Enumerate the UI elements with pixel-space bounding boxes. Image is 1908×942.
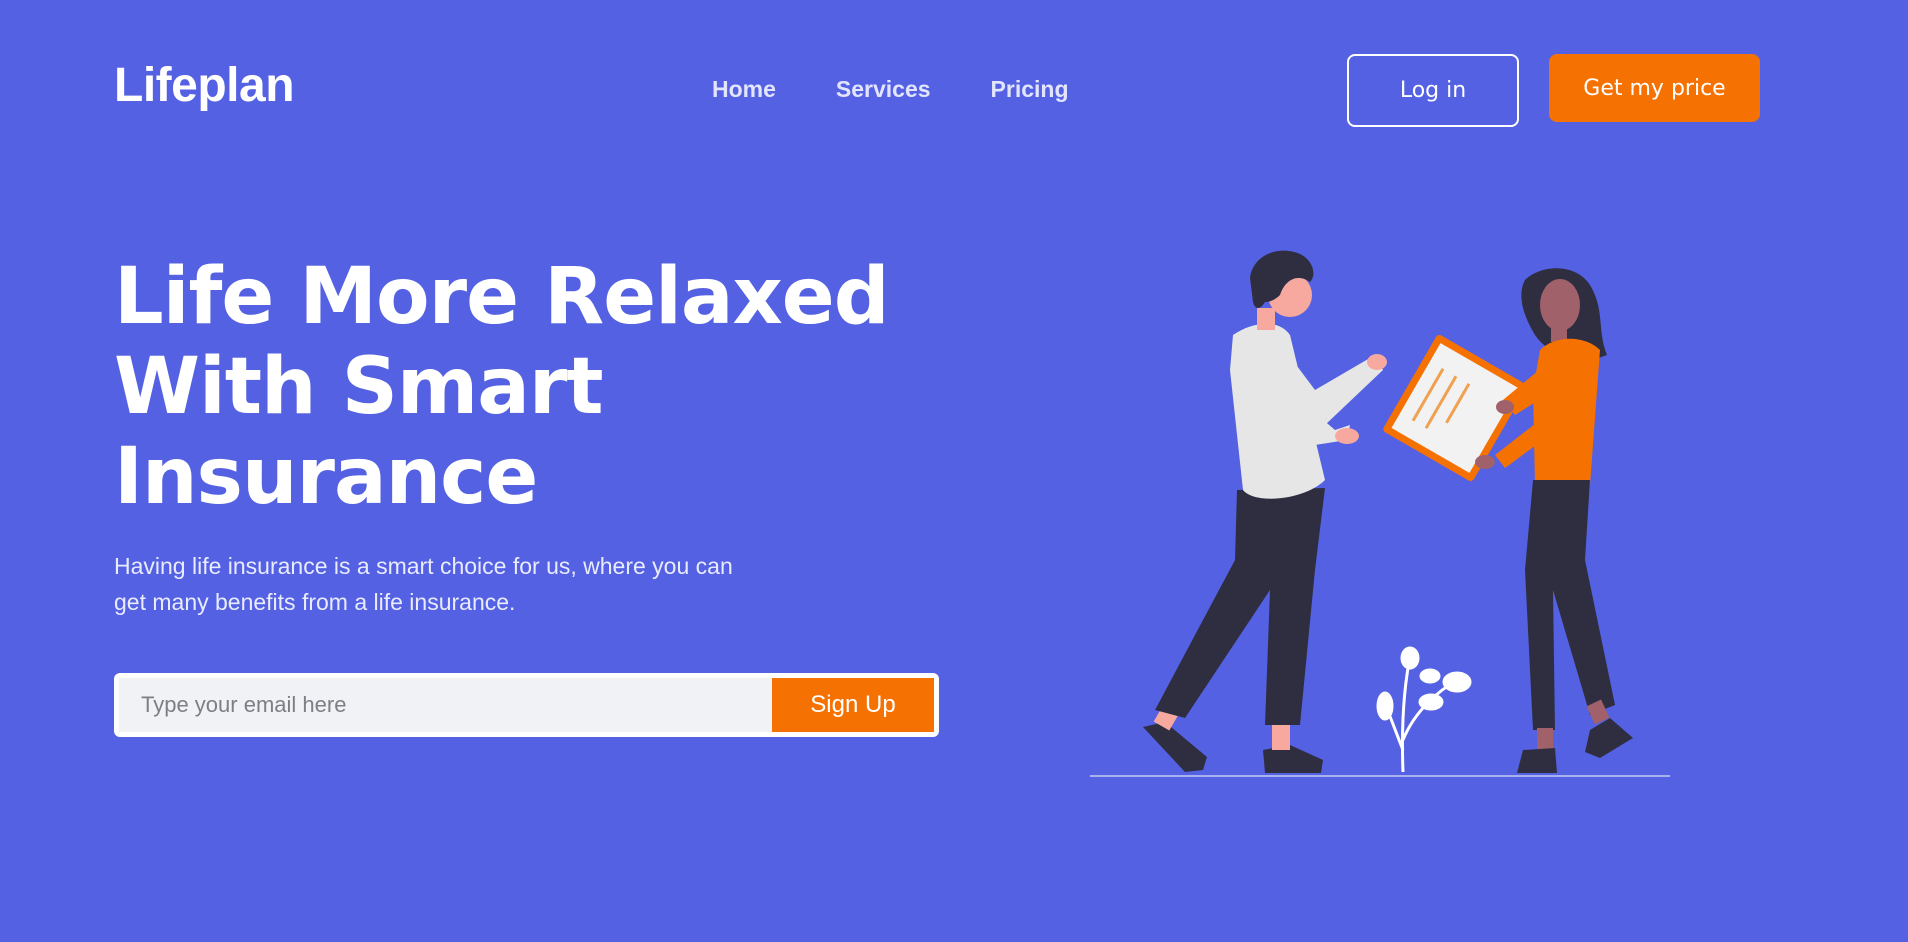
hero-title-line: Life More Relaxed — [114, 252, 890, 342]
nav-link-pricing[interactable]: Pricing — [991, 76, 1069, 103]
nav-link-services[interactable]: Services — [836, 76, 931, 103]
people-with-clipboard-illustration — [1090, 250, 1670, 777]
get-my-price-button[interactable]: Get my price — [1549, 54, 1760, 122]
nav-link-home[interactable]: Home — [712, 76, 776, 103]
main-nav: Home Services Pricing — [712, 76, 1069, 103]
email-input[interactable] — [119, 678, 772, 732]
hero-title-line: Insurance — [114, 432, 538, 522]
logo[interactable]: Lifeplan — [114, 58, 295, 113]
signup-form: Sign Up — [114, 673, 939, 737]
hero-title: Life More Relaxed With Smart Insurance — [114, 252, 934, 522]
login-button[interactable]: Log in — [1347, 54, 1519, 127]
signup-button[interactable]: Sign Up — [772, 678, 934, 732]
hero-title-line: With Smart — [114, 342, 604, 432]
hero-subtitle: Having life insurance is a smart choice … — [114, 553, 733, 615]
